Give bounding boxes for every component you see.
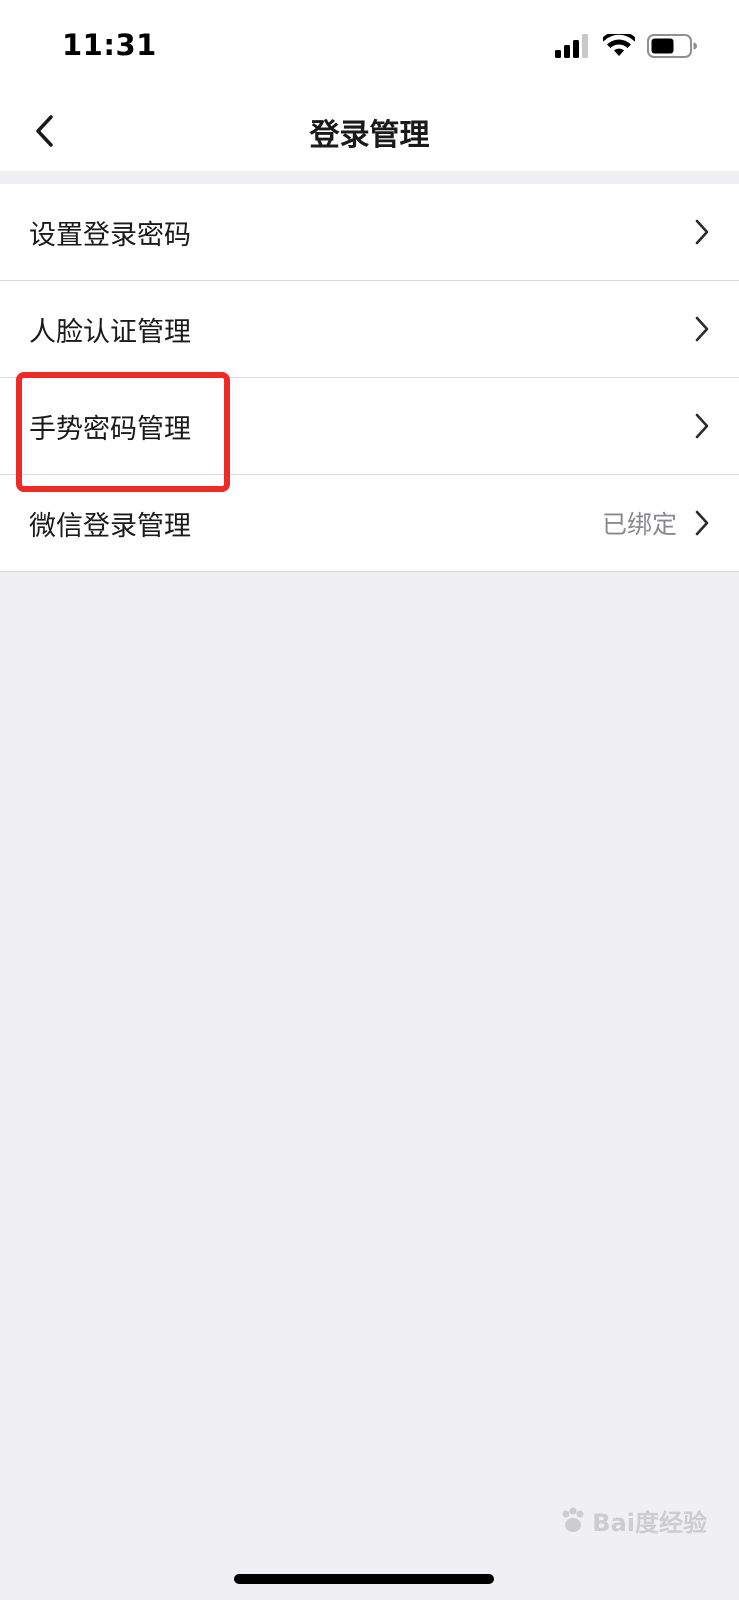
page-title: 登录管理 bbox=[309, 118, 430, 153]
chevron-right-icon bbox=[693, 218, 711, 246]
list-item-wechat-login[interactable]: 微信登录管理 已绑定 bbox=[0, 475, 739, 572]
home-indicator[interactable] bbox=[234, 1574, 494, 1584]
list-item-face-auth[interactable]: 人脸认证管理 bbox=[0, 281, 739, 378]
watermark-text: Bai度经验 bbox=[592, 1509, 707, 1537]
signal-icon bbox=[555, 34, 588, 58]
chevron-right-icon bbox=[693, 509, 711, 537]
list-item-label: 设置登录密码 bbox=[29, 219, 191, 251]
list-item-label: 手势密码管理 bbox=[29, 413, 191, 445]
list-item-label: 人脸认证管理 bbox=[29, 316, 191, 348]
login-settings-list: 设置登录密码 人脸认证管理 手势密码管理 微信登录管理 已绑定 bbox=[0, 184, 739, 572]
watermark: Bai度经验 bbox=[558, 1503, 707, 1538]
chevron-right-icon bbox=[693, 412, 711, 440]
chevron-right-icon bbox=[693, 315, 711, 343]
status-time: 11:31 bbox=[62, 28, 157, 62]
list-item-gesture-password[interactable]: 手势密码管理 bbox=[0, 378, 739, 475]
status-bar: 11:31 bbox=[0, 0, 739, 96]
screen: 11:31 登录管理 设置登录密码 人脸认证管理 手势密码管理 微信登录管理 已… bbox=[0, 0, 739, 1600]
binding-status: 已绑定 bbox=[601, 510, 677, 539]
wifi-icon bbox=[603, 34, 635, 56]
list-item-set-login-password[interactable]: 设置登录密码 bbox=[0, 184, 739, 281]
status-icons bbox=[537, 34, 697, 60]
nav-bar: 登录管理 bbox=[0, 96, 739, 171]
paw-icon bbox=[562, 1507, 584, 1532]
battery-icon bbox=[647, 34, 697, 58]
list-item-label: 微信登录管理 bbox=[29, 510, 191, 542]
